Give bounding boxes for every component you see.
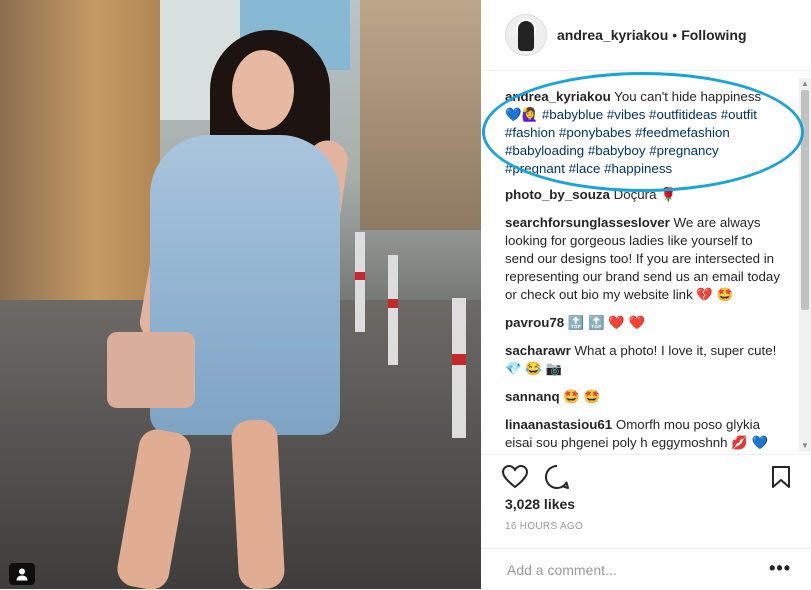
photo-leg [230,418,286,589]
comment-item: searchforsunglasseslover We are always l… [505,214,781,304]
comment-username[interactable]: pavrou78 [505,315,564,330]
post-photo[interactable] [0,0,481,589]
comment-icon[interactable] [543,463,571,491]
comment-text: 🔝 🔝 ❤️ ❤️ [567,315,646,330]
photo-bollard [388,255,398,365]
comment-username[interactable]: searchforsunglasseslover [505,215,670,230]
more-options-icon[interactable]: ••• [769,558,791,579]
comment-input[interactable] [505,559,759,581]
heart-icon[interactable] [501,463,529,491]
highlight-ellipse [482,72,804,192]
header-separator: • [672,27,678,43]
bookmark-icon[interactable] [767,463,795,491]
photo-building [360,0,481,230]
photo-face [232,50,294,130]
comment-text: 🤩 🤩 [563,389,601,404]
post-timestamp[interactable]: 16 HOURS AGO [505,521,583,532]
comment-username[interactable]: linaanastasiou61 [505,417,612,432]
like-count[interactable]: 3,028 likes [505,496,575,512]
comment-item: pavrou78 🔝 🔝 ❤️ ❤️ [505,314,781,332]
user-tag-icon[interactable] [9,563,35,585]
comment-username[interactable]: sannanq [505,389,560,404]
comment-item: sannanq 🤩 🤩 [505,388,781,406]
follow-button[interactable]: Following [681,27,746,43]
action-bar [481,454,811,495]
add-comment-bar: ••• [481,548,811,590]
header-text: andrea_kyriakou • Following [557,27,747,43]
header-username[interactable]: andrea_kyriakou [557,27,668,43]
photo-bollard [452,298,466,438]
avatar[interactable] [505,14,547,56]
comment-username[interactable]: sacharawr [505,343,571,358]
photo-bollard [355,232,365,332]
photo-handbag [107,332,195,408]
post-header: andrea_kyriakou • Following [481,0,811,71]
comment-item: linaanastasiou61 Omorfh mou poso glykia … [505,416,781,452]
comment-item: sacharawr What a photo! I love it, super… [505,342,781,378]
scroll-up-icon[interactable]: ▲ [799,78,811,90]
scroll-down-icon[interactable]: ▼ [799,440,811,452]
